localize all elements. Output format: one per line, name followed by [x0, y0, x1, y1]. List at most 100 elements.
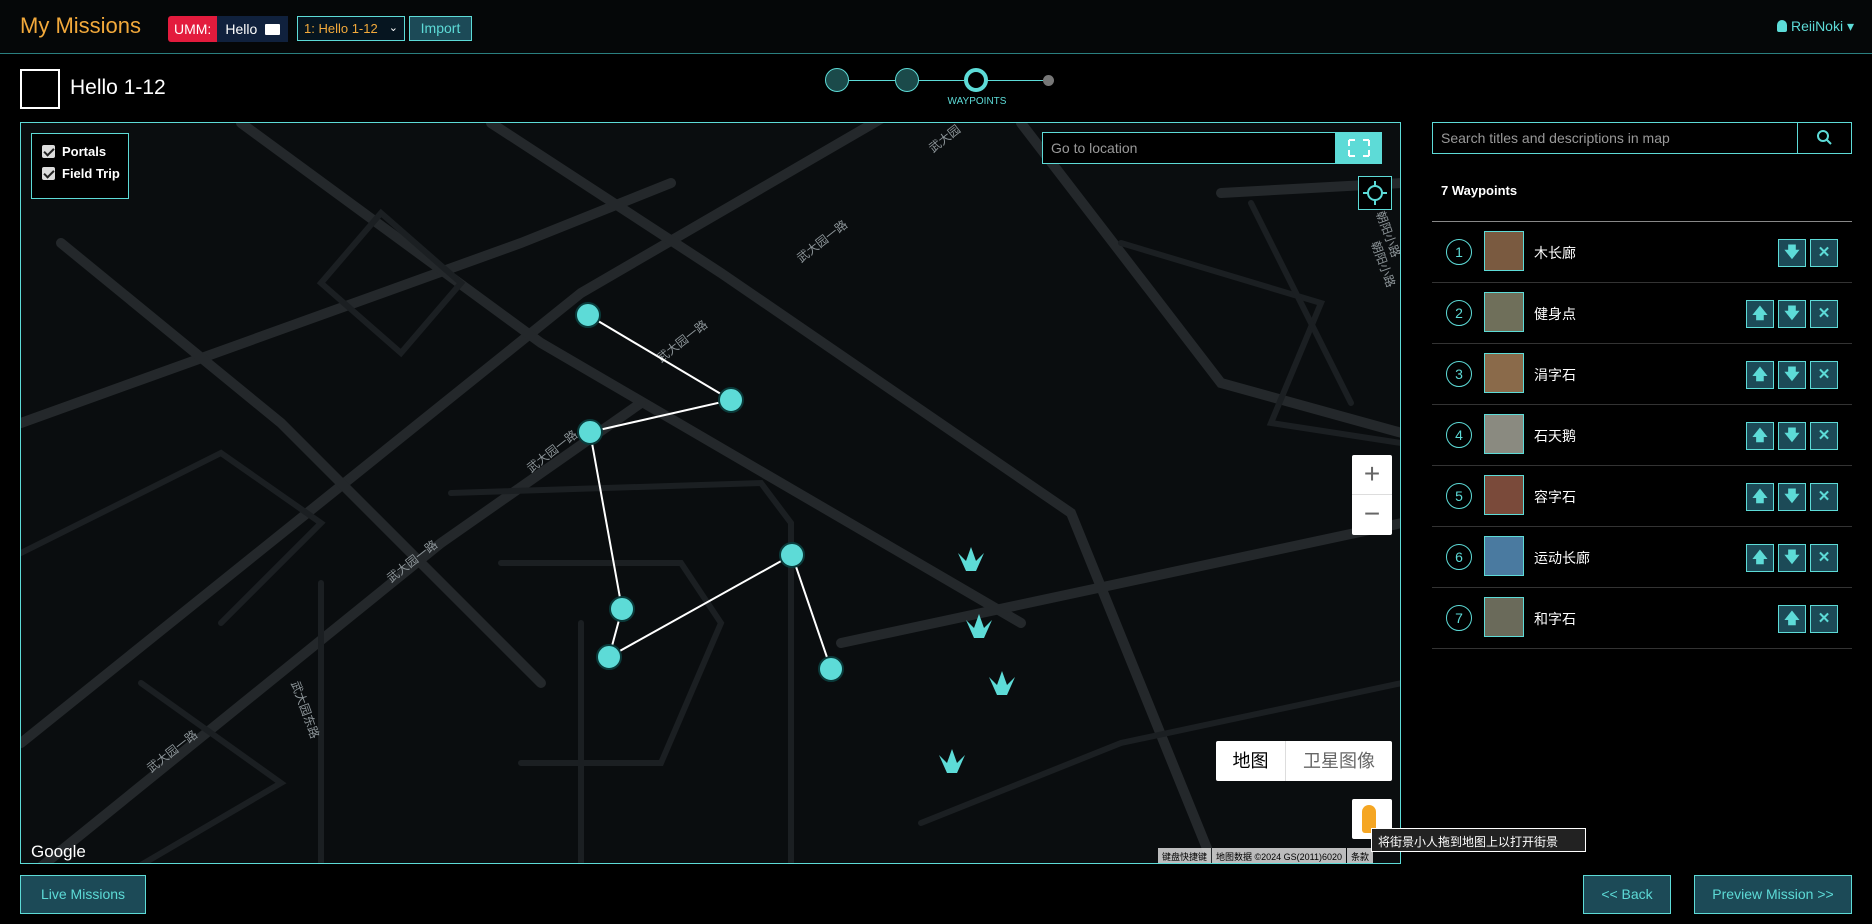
back-button[interactable]: << Back [1583, 875, 1671, 914]
waypoint-row[interactable]: 3 涓字石 🡅 🡇 ✕ [1432, 344, 1852, 405]
move-down-button[interactable]: 🡇 [1778, 422, 1806, 450]
waypoint-list: 1 木长廊 🡇 ✕ 2 健身点 🡅 🡇 ✕ 3 涓字石 🡅 🡇 ✕ 4 石天鹅 🡅 🡇 ✕ 5 容字石 🡅 🡇 ✕ 6 运动长廊 🡅… [1432, 221, 1852, 649]
waypoint-row[interactable]: 2 健身点 🡅 🡇 ✕ [1432, 283, 1852, 344]
streetview-tooltip: 将街景小人拖到地图上以打开街景 [1371, 828, 1586, 852]
waypoint-name: 和字石 [1534, 611, 1576, 627]
waypoint-name: 健身点 [1534, 306, 1576, 322]
mission-icon-placeholder[interactable] [20, 69, 60, 109]
map-type-toggle: 地图 卫星图像 [1216, 741, 1392, 781]
umm-project-badge[interactable]: UMM: Hello [168, 16, 289, 42]
map-attribution: 键盘快捷键 地图数据 ©2024 GS(2011)6020 条款 [1158, 848, 1374, 863]
remove-waypoint-button[interactable]: ✕ [1810, 605, 1838, 633]
step-label: WAYPOINTS [947, 96, 1007, 107]
move-down-button[interactable]: 🡇 [1778, 300, 1806, 328]
google-logo: Google [31, 842, 86, 861]
map-type-map-button[interactable]: 地图 [1216, 741, 1286, 781]
waypoint-thumbnail [1484, 475, 1524, 515]
user-menu[interactable]: ReiiNoki ▾ [1776, 18, 1854, 35]
map-search-input[interactable]: Search titles and descriptions in map [1432, 122, 1798, 154]
move-up-button[interactable]: 🡅 [1746, 300, 1774, 328]
step-1[interactable] [825, 68, 849, 92]
layer-label: Portals [62, 144, 107, 159]
waypoint-number: 4 [1446, 422, 1472, 448]
fullscreen-button[interactable] [1336, 132, 1382, 164]
waypoint-number: 3 [1446, 361, 1472, 387]
brand-title[interactable]: My Missions [20, 13, 141, 39]
umm-label: UMM: [168, 16, 218, 42]
waypoint-row[interactable]: 7 和字石 🡅 ✕ [1432, 588, 1852, 649]
waypoint-thumbnail [1484, 353, 1524, 393]
waypoint-actions: 🡅 🡇 ✕ [1746, 483, 1838, 511]
move-down-button[interactable]: 🡇 [1778, 544, 1806, 572]
preview-mission-button[interactable]: Preview Mission >> [1694, 875, 1852, 914]
map-type-satellite-button[interactable]: 卫星图像 [1286, 741, 1392, 781]
remove-waypoint-button[interactable]: ✕ [1810, 483, 1838, 511]
folder-icon[interactable] [265, 23, 281, 35]
waypoint-number: 2 [1446, 300, 1472, 326]
locate-button[interactable] [1358, 176, 1392, 210]
step-3-waypoints[interactable] [964, 68, 988, 92]
zoom-in-button[interactable]: + [1352, 455, 1392, 495]
zoom-out-button[interactable]: − [1352, 495, 1392, 535]
remove-waypoint-button[interactable]: ✕ [1810, 544, 1838, 572]
road-label: 武大园 [926, 123, 963, 155]
layer-toggle-panel: Portals Field Trip [31, 133, 129, 199]
remove-waypoint-button[interactable]: ✕ [1810, 422, 1838, 450]
waypoint-row[interactable]: 1 木长廊 🡇 ✕ [1432, 222, 1852, 283]
crosshair-icon [1363, 181, 1387, 205]
step-4[interactable] [1043, 75, 1054, 86]
mission-select[interactable]: 1: Hello 1-12 ⌄ [297, 16, 405, 41]
user-name: ReiiNoki [1790, 18, 1844, 34]
waypoint-number: 5 [1446, 483, 1472, 509]
road-label: 武大园东路 [288, 679, 323, 741]
map-roads: 武大园一路 武大园一路 武大园一路 武大园一路 武大园一路 武大园东路 武大园 … [21, 123, 1400, 863]
move-down-button[interactable]: 🡇 [1778, 239, 1806, 267]
goto-location-input[interactable]: Go to location [1042, 132, 1336, 164]
waypoint-actions: 🡅 🡇 ✕ [1746, 422, 1838, 450]
move-up-button[interactable]: 🡅 [1746, 361, 1774, 389]
waypoint-thumbnail [1484, 292, 1524, 332]
layer-label: Field Trip [62, 166, 120, 181]
move-down-button[interactable]: 🡇 [1778, 483, 1806, 511]
waypoint-row[interactable]: 4 石天鹅 🡅 🡇 ✕ [1432, 405, 1852, 466]
top-bar: My Missions UMM: Hello 1: Hello 1-12 ⌄ I… [0, 0, 1872, 54]
checkbox-icon[interactable] [42, 167, 55, 180]
import-button[interactable]: Import [409, 16, 472, 41]
map-canvas[interactable]: 武大园一路 武大园一路 武大园一路 武大园一路 武大园一路 武大园东路 武大园 … [20, 122, 1401, 864]
stepper-line [987, 80, 1047, 81]
wizard-stepper: WAYPOINTS [825, 68, 1065, 108]
user-icon [1776, 20, 1787, 32]
remove-waypoint-button[interactable]: ✕ [1810, 300, 1838, 328]
zoom-controls: + − [1352, 455, 1392, 535]
layer-portals[interactable]: Portals [42, 144, 128, 159]
move-down-button[interactable]: 🡇 [1778, 361, 1806, 389]
move-up-button[interactable]: 🡅 [1778, 605, 1806, 633]
mission-title: Hello 1-12 [70, 76, 166, 99]
checkbox-icon[interactable] [42, 145, 55, 158]
waypoint-actions: 🡅 🡇 ✕ [1746, 544, 1838, 572]
waypoint-number: 7 [1446, 605, 1472, 631]
remove-waypoint-button[interactable]: ✕ [1810, 239, 1838, 267]
move-up-button[interactable]: 🡅 [1746, 483, 1774, 511]
waypoint-thumbnail [1484, 597, 1524, 637]
umm-project[interactable]: Hello [217, 16, 289, 42]
waypoint-thumbnail [1484, 231, 1524, 271]
waypoint-row[interactable]: 5 容字石 🡅 🡇 ✕ [1432, 466, 1852, 527]
step-2[interactable] [895, 68, 919, 92]
terms-link[interactable]: 条款 [1347, 848, 1374, 863]
waypoint-row[interactable]: 6 运动长廊 🡅 🡇 ✕ [1432, 527, 1852, 588]
waypoint-number: 1 [1446, 239, 1472, 265]
waypoint-thumbnail [1484, 536, 1524, 576]
move-up-button[interactable]: 🡅 [1746, 422, 1774, 450]
remove-waypoint-button[interactable]: ✕ [1810, 361, 1838, 389]
umm-project-name: Hello [225, 21, 258, 37]
search-icon [1817, 130, 1832, 145]
keyboard-shortcuts-link[interactable]: 键盘快捷键 [1158, 848, 1212, 863]
layer-field-trip[interactable]: Field Trip [42, 166, 128, 181]
waypoint-name: 木长廊 [1534, 245, 1576, 261]
waypoint-actions: 🡅 ✕ [1778, 605, 1838, 633]
move-up-button[interactable]: 🡅 [1746, 544, 1774, 572]
map-search-button[interactable] [1797, 122, 1852, 154]
stepper-line [849, 80, 895, 81]
live-missions-button[interactable]: Live Missions [20, 875, 146, 914]
